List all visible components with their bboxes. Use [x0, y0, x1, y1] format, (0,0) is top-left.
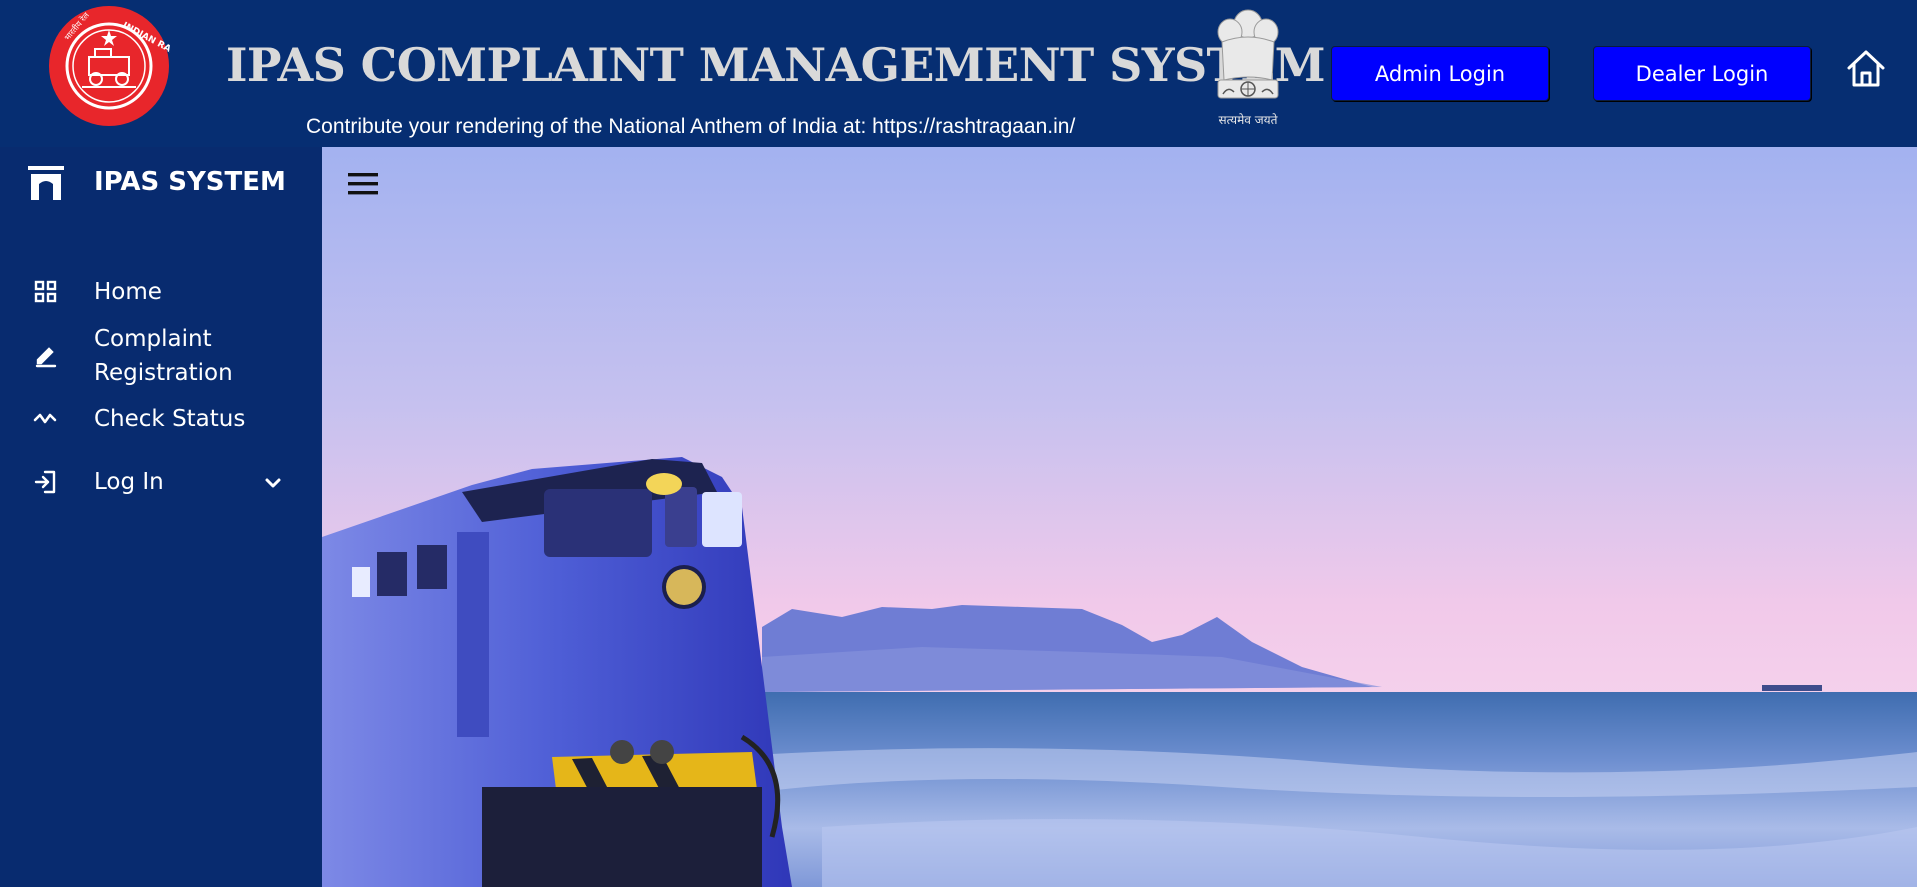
anthem-notice: Contribute your rendering of the Nationa…: [306, 115, 1076, 138]
sidebar-item-label: Complaint Registration: [94, 326, 233, 386]
chevron-down-icon[interactable]: [262, 472, 284, 494]
sidebar-item-label: Check Status: [94, 406, 246, 432]
activity-icon: [32, 405, 60, 433]
login-icon: [32, 468, 60, 496]
edit-icon: [32, 341, 60, 369]
indian-railways-logo: INDIAN RAILWAYS भारतीय रेल: [48, 5, 170, 127]
emblem-motto: सत्यमेव जयते: [1219, 113, 1279, 127]
sidebar-item-check-status[interactable]: Check Status: [0, 397, 322, 441]
top-header: INDIAN RAILWAYS भारतीय रेल IPAS COMPLAIN…: [0, 0, 1917, 147]
page-title: IPAS COMPLAINT MANAGEMENT SYSTEM: [226, 38, 1326, 92]
sidebar: IPAS SYSTEM Home Complaint Registration: [0, 147, 322, 887]
grid-icon: [32, 278, 60, 306]
admin-login-button[interactable]: Admin Login: [1331, 46, 1549, 101]
sidebar-brand[interactable]: IPAS SYSTEM: [28, 163, 286, 203]
home-icon[interactable]: [1845, 47, 1887, 89]
sidebar-item-label: Log In: [94, 469, 164, 495]
sidebar-item-label: Home: [94, 279, 162, 305]
gate-icon: [28, 166, 64, 200]
main-content: [322, 147, 1917, 887]
dealer-login-button[interactable]: Dealer Login: [1593, 46, 1811, 101]
sidebar-item-complaint-registration[interactable]: Complaint Registration: [0, 319, 322, 393]
sidebar-brand-label: IPAS SYSTEM: [94, 167, 286, 197]
hamburger-icon[interactable]: [346, 169, 380, 199]
sidebar-item-login[interactable]: Log In: [0, 460, 322, 504]
sidebar-item-home[interactable]: Home: [0, 270, 322, 314]
national-emblem-icon: सत्यमेव जयते: [1208, 2, 1288, 130]
hero-image: [322, 147, 1917, 887]
